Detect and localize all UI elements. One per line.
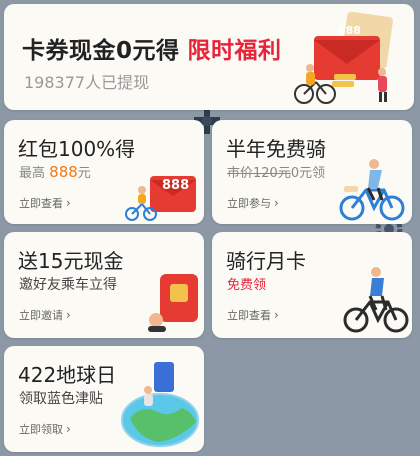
view-now-link[interactable]: 立即查看 › xyxy=(227,307,279,323)
earth-day-card[interactable]: 422地球日 领取蓝色津贴 立即领取 › xyxy=(4,346,204,452)
red-packet-card[interactable]: 红包100%得 最高 888元 立即查看 › 888 xyxy=(4,120,204,224)
promo-label: 限时福利 xyxy=(187,38,282,64)
card-subtitle: 免费领 xyxy=(227,278,267,293)
envelope-amount: 888 xyxy=(338,24,361,37)
join-now-link[interactable]: 立即参与 › xyxy=(227,195,279,211)
card-subtitle: 邀好友乘车立得 xyxy=(19,277,117,293)
invite-now-link[interactable]: 立即邀请 › xyxy=(19,307,71,323)
hero-title: 卡券现金0元得 限时福利 xyxy=(22,38,282,64)
card-title: 骑行月卡 xyxy=(226,249,306,273)
view-now-link[interactable]: 立即查看 › xyxy=(19,195,71,211)
earth-globe-illustration xyxy=(121,362,199,447)
card-subtitle: 最高 888元 xyxy=(19,163,91,181)
invite-cash-card[interactable]: 送15元现金 邀好友乘车立得 立即邀请 › xyxy=(4,232,204,338)
packet-amount-badge: 888 xyxy=(162,178,190,193)
card-title: 422地球日 xyxy=(18,363,117,387)
free-ride-card[interactable]: 半年免费骑 市价120元0元领 立即参与 › xyxy=(212,120,412,224)
card-title: 红包100%得 xyxy=(18,137,136,161)
claim-now-link[interactable]: 立即领取 › xyxy=(19,421,71,437)
hero-banner[interactable]: 卡券现金0元得 限时福利 198377人已提现 888 xyxy=(4,4,414,110)
cyclist-illustration xyxy=(339,159,405,221)
red-packet-rider-illustration xyxy=(125,176,196,221)
card-subtitle: 市价120元0元领 xyxy=(227,166,326,181)
card-subtitle: 领取蓝色津贴 xyxy=(19,391,103,407)
card-title: 半年免费骑 xyxy=(226,137,326,161)
monthly-pass-card[interactable]: 骑行月卡 免费领 立即查看 › xyxy=(212,232,412,338)
card-title: 送15元现金 xyxy=(18,249,124,273)
cyclist-illustration xyxy=(343,267,409,333)
gift-packet-illustration xyxy=(148,274,198,332)
withdraw-count: 198377人已提现 xyxy=(24,73,150,92)
